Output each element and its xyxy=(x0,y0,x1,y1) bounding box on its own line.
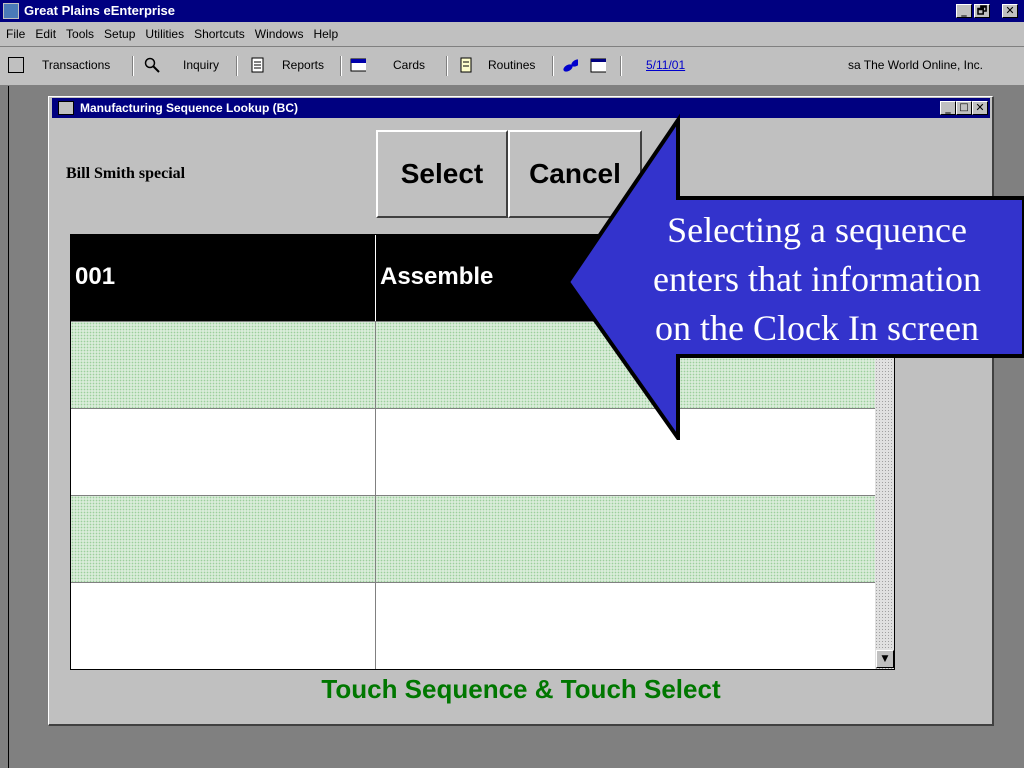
toolbar-reports[interactable]: Reports xyxy=(282,58,324,72)
sequence-cell[interactable]: 001 xyxy=(71,235,376,321)
menu-help[interactable]: Help xyxy=(313,22,338,46)
link-icon[interactable] xyxy=(562,57,578,73)
menu-edit[interactable]: Edit xyxy=(35,22,56,46)
user-date-link[interactable]: 5/11/01 xyxy=(646,58,685,72)
toolbar-cards[interactable]: Cards xyxy=(393,58,425,72)
sequence-cell[interactable] xyxy=(71,496,376,582)
scroll-down-arrow-icon[interactable]: ▼ xyxy=(876,650,894,668)
toolbar-separator xyxy=(620,56,622,76)
menu-utilities[interactable]: Utilities xyxy=(145,22,184,46)
toolbar-routines[interactable]: Routines xyxy=(488,58,535,72)
instruction-text: Touch Sequence & Touch Select xyxy=(321,674,721,704)
window-icon xyxy=(58,101,74,115)
app-icon xyxy=(3,3,19,19)
window-icon[interactable] xyxy=(590,57,606,73)
toolbar: Transactions Inquiry Reports Cards Routi… xyxy=(0,47,1024,87)
menu-file[interactable]: File xyxy=(6,22,25,46)
magnifier-icon[interactable] xyxy=(144,57,160,73)
toolbar-transactions[interactable]: Transactions xyxy=(42,58,110,72)
reports-icon[interactable] xyxy=(250,57,266,73)
table-row[interactable] xyxy=(71,583,875,669)
toolbar-separator xyxy=(446,56,448,76)
close-button[interactable]: ✕ xyxy=(1002,4,1018,18)
toolbar-separator xyxy=(132,56,134,76)
menu-tools[interactable]: Tools xyxy=(66,22,94,46)
app-title: Great Plains eEnterprise xyxy=(24,3,176,18)
toolbar-separator xyxy=(340,56,342,76)
description-cell[interactable] xyxy=(376,496,875,582)
callout-line: on the Clock In screen xyxy=(655,308,979,348)
toolbar-separator xyxy=(236,56,238,76)
select-button[interactable]: Select xyxy=(376,130,508,218)
transactions-icon[interactable] xyxy=(8,57,24,73)
routines-icon[interactable] xyxy=(458,57,474,73)
app-title-bar: Great Plains eEnterprise _ 🗗 ✕ xyxy=(0,0,1024,22)
callout-line: Selecting a sequence xyxy=(667,210,967,250)
user-company-label: sa The World Online, Inc. xyxy=(848,58,983,72)
batch-name-label: Bill Smith special xyxy=(66,165,186,182)
menu-shortcuts[interactable]: Shortcuts xyxy=(194,22,245,46)
sequence-cell[interactable] xyxy=(71,583,376,669)
menu-setup[interactable]: Setup xyxy=(104,22,135,46)
menu-bar: File Edit Tools Setup Utilities Shortcuts Wind… xyxy=(0,22,1024,47)
cards-icon[interactable] xyxy=(350,57,366,73)
minimize-button[interactable]: _ xyxy=(956,4,972,18)
callout-text: Selecting a sequence enters that informa… xyxy=(612,206,1022,353)
toolbar-inquiry[interactable]: Inquiry xyxy=(183,58,219,72)
lookup-window-title: Manufacturing Sequence Lookup (BC) xyxy=(80,101,299,115)
callout-line: enters that information xyxy=(653,259,981,299)
sequence-cell[interactable] xyxy=(71,322,376,408)
maximize-button[interactable]: 🗗 xyxy=(974,4,990,18)
description-cell[interactable] xyxy=(376,583,875,669)
table-row[interactable] xyxy=(71,496,875,583)
sequence-cell[interactable] xyxy=(71,409,376,495)
toolbar-separator xyxy=(552,56,554,76)
menu-windows[interactable]: Windows xyxy=(255,22,304,46)
